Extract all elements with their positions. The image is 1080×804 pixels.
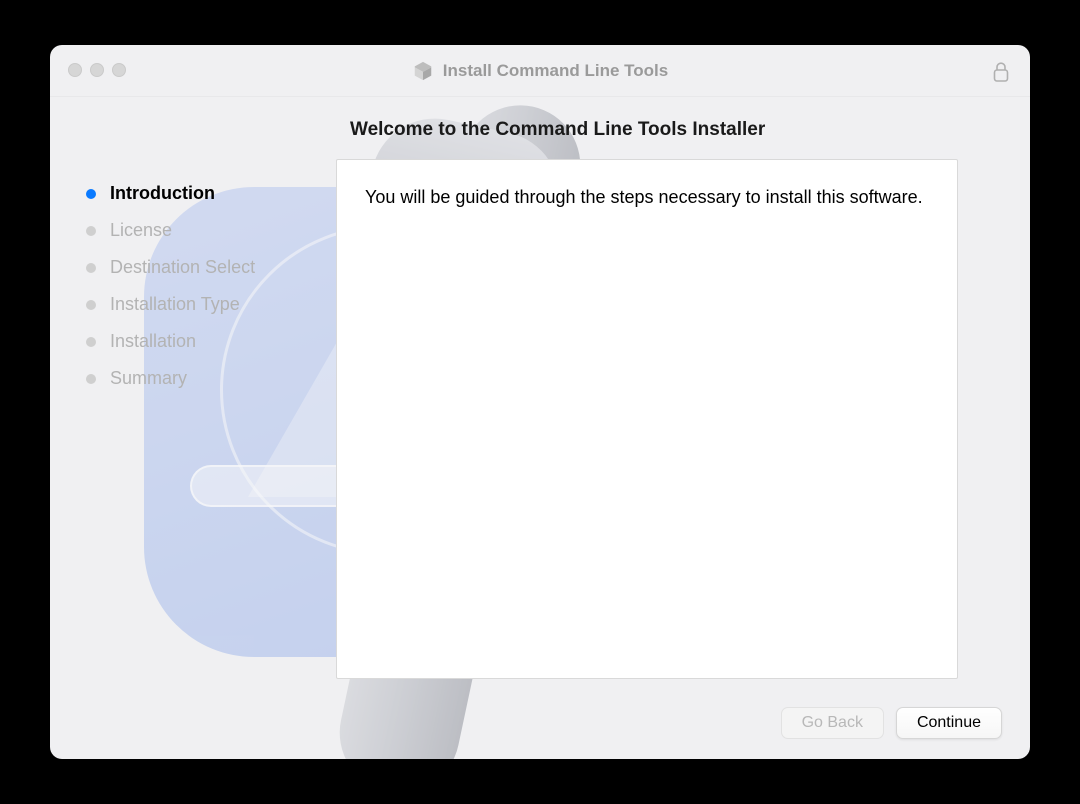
step-dot-icon — [86, 263, 96, 273]
step-dot-icon — [86, 226, 96, 236]
step-label: License — [110, 220, 172, 241]
main-panel: You will be guided through the steps nec… — [336, 159, 958, 679]
window-title-group: Install Command Line Tools — [412, 60, 668, 82]
step-label: Installation Type — [110, 294, 240, 315]
step-label: Introduction — [110, 183, 215, 204]
content-area: Welcome to the Command Line Tools Instal… — [50, 97, 1030, 759]
page-heading: Welcome to the Command Line Tools Instal… — [350, 119, 1030, 141]
step-dot-icon — [86, 300, 96, 310]
step-label: Installation — [110, 331, 196, 352]
step-summary: Summary — [86, 368, 336, 389]
step-installation: Installation — [86, 331, 336, 352]
step-dot-icon — [86, 337, 96, 347]
step-introduction: Introduction — [86, 183, 336, 204]
titlebar: Install Command Line Tools — [50, 45, 1030, 97]
step-license: License — [86, 220, 336, 241]
step-destination-select: Destination Select — [86, 257, 336, 278]
package-icon — [412, 60, 434, 82]
steps-sidebar: Introduction License Destination Select … — [86, 159, 336, 691]
lock-icon[interactable] — [992, 61, 1010, 83]
installer-window: Install Command Line Tools Welcome to th… — [50, 45, 1030, 759]
step-label: Destination Select — [110, 257, 255, 278]
footer-buttons: Go Back Continue — [50, 691, 1030, 759]
zoom-window-button[interactable] — [112, 63, 126, 77]
step-dot-icon — [86, 374, 96, 384]
step-label: Summary — [110, 368, 187, 389]
step-dot-icon — [86, 189, 96, 199]
minimize-window-button[interactable] — [90, 63, 104, 77]
close-window-button[interactable] — [68, 63, 82, 77]
continue-button[interactable]: Continue — [896, 707, 1002, 739]
step-installation-type: Installation Type — [86, 294, 336, 315]
window-title: Install Command Line Tools — [443, 61, 668, 81]
intro-text: You will be guided through the steps nec… — [365, 184, 929, 210]
go-back-button: Go Back — [781, 707, 884, 739]
window-controls — [68, 63, 126, 77]
